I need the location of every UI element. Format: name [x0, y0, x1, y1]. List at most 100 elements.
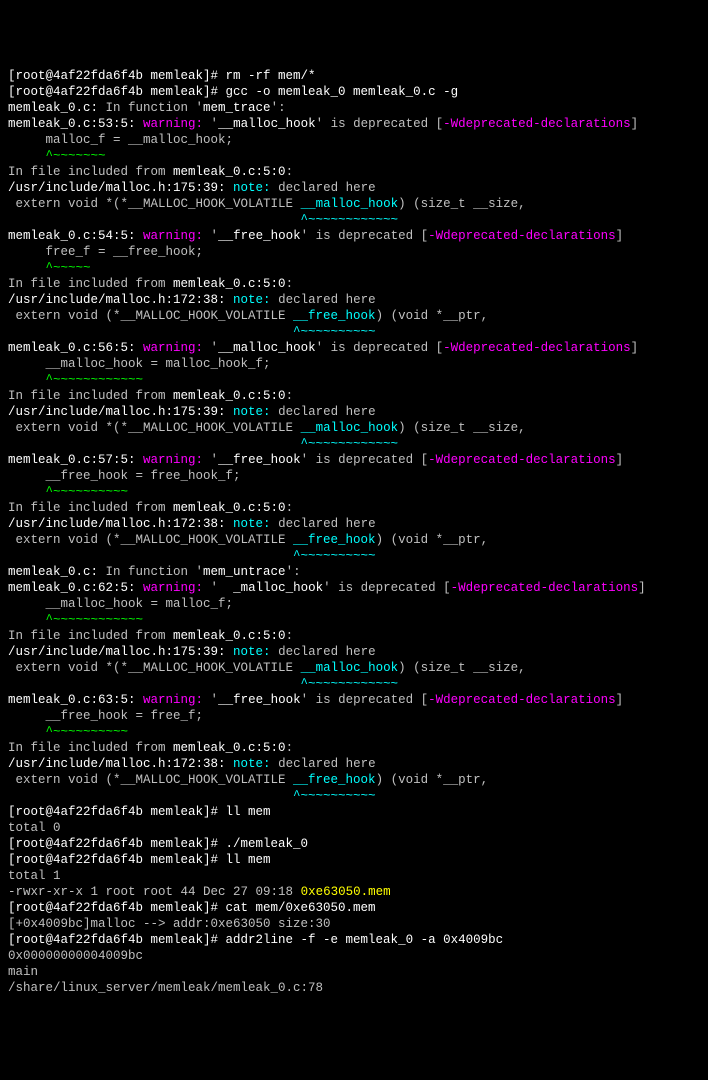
terminal-segment: /usr/include/malloc.h:175:39: [8, 645, 226, 659]
terminal-segment: __free_hook [218, 229, 301, 243]
terminal-segment: __malloc_hook [301, 197, 399, 211]
terminal-segment: ' [211, 693, 219, 707]
terminal-line: [root@4af22fda6f4b memleak]# addr2line -… [8, 932, 700, 948]
terminal-segment: memleak_0.c:56:5: [8, 341, 136, 355]
terminal-line: ^~~~~~~~~~~ [8, 724, 700, 740]
terminal-segment: warning: [136, 693, 211, 707]
terminal-line: memleak_0.c:57:5: warning: '__free_hook'… [8, 452, 700, 468]
terminal-output[interactable]: [root@4af22fda6f4b memleak]# rm -rf mem/… [8, 68, 700, 996]
terminal-segment: In function ' [98, 101, 203, 115]
terminal-segment: ^~~~~~~~~~~~~ [8, 613, 143, 627]
terminal-segment: declared here [278, 293, 376, 307]
terminal-line: [+0x4009bc]malloc --> addr:0xe63050 size… [8, 916, 700, 932]
terminal-segment: -Wdeprecated-declarations [443, 341, 631, 355]
terminal-segment: ) (void *__ptr, [376, 533, 489, 547]
terminal-line: ^~~~~~~~~~~ [8, 484, 700, 500]
terminal-segment: memleak_0.c:53:5: [8, 117, 136, 131]
terminal-line: malloc_f = __malloc_hook; [8, 132, 700, 148]
terminal-line: In file included from memleak_0.c:5:0: [8, 740, 700, 756]
terminal-segment: malloc_f = __malloc_hook; [8, 133, 233, 147]
terminal-line: extern void (*__MALLOC_HOOK_VOLATILE __f… [8, 308, 700, 324]
terminal-line: ^~~~~~~~~~~~~ [8, 676, 700, 692]
terminal-segment: ^~~~~~ [8, 261, 91, 275]
terminal-line: /share/linux_server/memleak/memleak_0.c:… [8, 980, 700, 996]
terminal-segment: ) (void *__ptr, [376, 773, 489, 787]
terminal-segment: __free_hook [293, 773, 376, 787]
terminal-line: extern void (*__MALLOC_HOOK_VOLATILE __f… [8, 532, 700, 548]
terminal-segment: memleak_0.c:5:0 [173, 389, 286, 403]
terminal-segment: [root@4af22fda6f4b memleak]# rm -rf mem/… [8, 69, 316, 83]
terminal-line: __free_hook = free_f; [8, 708, 700, 724]
terminal-segment: ' is deprecated [ [301, 693, 429, 707]
terminal-line: extern void *(*__MALLOC_HOOK_VOLATILE __… [8, 660, 700, 676]
terminal-segment: total 1 [8, 869, 61, 883]
terminal-line: __free_hook = free_hook_f; [8, 468, 700, 484]
terminal-line: 0x00000000004009bc [8, 948, 700, 964]
terminal-segment: /usr/include/malloc.h:172:38: [8, 293, 226, 307]
terminal-line: ^~~~~~~~~~~~~ [8, 612, 700, 628]
terminal-segment: In file included from [8, 277, 173, 291]
terminal-segment: : [286, 277, 294, 291]
terminal-segment: In file included from [8, 501, 173, 515]
terminal-segment: ' is deprecated [ [316, 117, 444, 131]
terminal-line: memleak_0.c:54:5: warning: '__free_hook'… [8, 228, 700, 244]
terminal-segment: /usr/include/malloc.h:172:38: [8, 757, 226, 771]
terminal-segment: ^~~~~~~~~~~~~ [8, 437, 398, 451]
terminal-segment: __malloc_hook [301, 421, 399, 435]
terminal-line: [root@4af22fda6f4b memleak]# ll mem [8, 804, 700, 820]
terminal-segment: : [286, 501, 294, 515]
terminal-segment: In file included from [8, 389, 173, 403]
terminal-segment: : [286, 629, 294, 643]
terminal-segment: ' [211, 341, 219, 355]
terminal-segment: ': [271, 101, 286, 115]
terminal-segment: memleak_0.c:57:5: [8, 453, 136, 467]
terminal-segment: declared here [278, 757, 376, 771]
terminal-segment: memleak_0.c:5:0 [173, 629, 286, 643]
terminal-segment: ' [211, 229, 219, 243]
terminal-segment: note: [226, 645, 279, 659]
terminal-line: [root@4af22fda6f4b memleak]# rm -rf mem/… [8, 68, 700, 84]
terminal-segment: ' [211, 117, 219, 131]
terminal-segment: memleak_0.c:5:0 [173, 501, 286, 515]
terminal-line: /usr/include/malloc.h:172:38: note: decl… [8, 516, 700, 532]
terminal-line: memleak_0.c:56:5: warning: '__malloc_hoo… [8, 340, 700, 356]
terminal-line: total 0 [8, 820, 700, 836]
terminal-segment: mem_trace [203, 101, 271, 115]
terminal-segment: ] [616, 229, 624, 243]
terminal-line: [root@4af22fda6f4b memleak]# ./memleak_0 [8, 836, 700, 852]
terminal-line: __malloc_hook = malloc_f; [8, 596, 700, 612]
terminal-line: -rwxr-xr-x 1 root root 44 Dec 27 09:18 0… [8, 884, 700, 900]
terminal-segment: 0xe63050.mem [301, 885, 391, 899]
terminal-line: In file included from memleak_0.c:5:0: [8, 500, 700, 516]
terminal-segment: [root@4af22fda6f4b memleak]# ./memleak_0 [8, 837, 308, 851]
terminal-segment: [root@4af22fda6f4b memleak]# addr2line -… [8, 933, 503, 947]
terminal-line: In file included from memleak_0.c:5:0: [8, 628, 700, 644]
terminal-line: [root@4af22fda6f4b memleak]# gcc -o meml… [8, 84, 700, 100]
terminal-segment: __free_hook [218, 693, 301, 707]
terminal-segment: __free_hook [293, 309, 376, 323]
terminal-segment: ^~~~~~~~~~~ [8, 789, 376, 803]
terminal-segment: [root@4af22fda6f4b memleak]# ll mem [8, 805, 271, 819]
terminal-segment: ] [616, 453, 624, 467]
terminal-segment: memleak_0.c:62:5: [8, 581, 136, 595]
terminal-segment: ^~~~~~~~~~~ [8, 325, 376, 339]
terminal-segment: ] [638, 581, 646, 595]
terminal-segment: declared here [278, 645, 376, 659]
terminal-line: /usr/include/malloc.h:175:39: note: decl… [8, 644, 700, 660]
terminal-segment: note: [226, 757, 279, 771]
terminal-segment: ) (size_t __size, [398, 197, 526, 211]
terminal-line: memleak_0.c: In function 'mem_untrace': [8, 564, 700, 580]
terminal-segment: 0x00000000004009bc [8, 949, 143, 963]
terminal-segment: In function ' [98, 565, 203, 579]
terminal-segment: ) (size_t __size, [398, 661, 526, 675]
terminal-segment: memleak_0.c: [8, 565, 98, 579]
terminal-segment: ' [211, 581, 234, 595]
terminal-segment: ' is deprecated [ [323, 581, 451, 595]
terminal-line: __malloc_hook = malloc_hook_f; [8, 356, 700, 372]
terminal-segment: /usr/include/malloc.h:172:38: [8, 517, 226, 531]
terminal-segment: extern void *(*__MALLOC_HOOK_VOLATILE [8, 421, 301, 435]
terminal-segment: ^~~~~~~~~~~~~ [8, 677, 398, 691]
terminal-line: ^~~~~~ [8, 260, 700, 276]
terminal-segment: ^~~~~~~~~~~ [8, 725, 128, 739]
terminal-segment: : [286, 389, 294, 403]
